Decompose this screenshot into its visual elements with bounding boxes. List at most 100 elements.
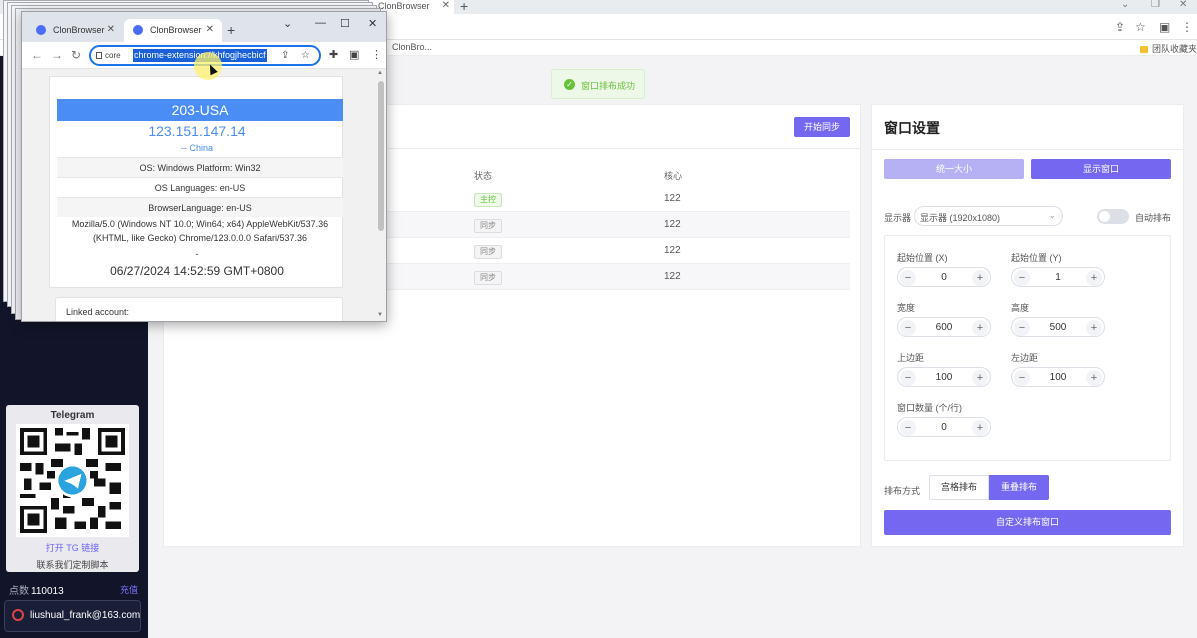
auto-arrange-label: 自动排布 (1135, 213, 1172, 223)
start-x-value[interactable]: 0 (918, 272, 970, 283)
star-icon[interactable]: ☆ (301, 50, 310, 61)
display-select[interactable]: 显示器 (1920x1080) ⌄ (914, 206, 1063, 226)
window-count-stepper[interactable]: − 0 + (897, 417, 991, 437)
menu-icon[interactable]: ⋮ (1181, 20, 1193, 34)
linked-account-card: Linked account: (55, 297, 343, 321)
bookmark-folder[interactable]: 团队收藏夹 (1140, 42, 1197, 55)
plus-icon[interactable]: + (972, 420, 988, 436)
minus-icon[interactable]: − (900, 320, 916, 336)
minus-icon[interactable]: − (900, 270, 916, 286)
user-account-button[interactable]: liushual_frank@163.com (4, 600, 141, 632)
width-label: 宽度 (897, 303, 916, 313)
open-telegram-link[interactable]: 打开 TG 链接 (6, 541, 139, 554)
reload-icon[interactable]: ↻ (71, 48, 81, 62)
share-icon[interactable]: ⇪ (281, 50, 289, 61)
arrange-mode-label: 排布方式 (884, 486, 921, 496)
star-icon[interactable]: ☆ (1135, 20, 1146, 34)
plus-icon[interactable]: + (972, 320, 988, 336)
arrange-settings-box: 起始位置 (X) − 0 + 起始位置 (Y) − 1 + 宽度 − 600 +… (884, 235, 1171, 461)
minus-icon[interactable]: − (900, 420, 916, 436)
start-sync-button[interactable]: 开始同步 (794, 117, 850, 137)
plus-icon[interactable]: + (1086, 320, 1102, 336)
width-value[interactable]: 600 (918, 322, 970, 333)
unify-size-button[interactable]: 统一大小 (884, 159, 1024, 179)
plus-icon[interactable]: + (972, 370, 988, 386)
custom-arrange-button[interactable]: 自定义排布窗口 (884, 510, 1171, 535)
forward-icon[interactable]: → (51, 48, 63, 62)
chevron-down-icon[interactable]: ⌄ (283, 17, 292, 30)
restore-icon[interactable]: ❐ (1151, 0, 1160, 10)
toast-text: 窗口排布成功 (581, 81, 636, 91)
popup-browser-window[interactable]: ClonBrowser ✕ ClonBrowser ✕ + ⌄ — ☐ ✕ ← … (21, 11, 387, 322)
left-margin-stepper[interactable]: − 100 + (1011, 367, 1105, 387)
column-header-status: 状态 (474, 171, 493, 181)
new-tab-icon[interactable]: + (227, 22, 235, 38)
popup-tab-active[interactable]: ClonBrowser ✕ (124, 19, 222, 42)
scroll-down-icon[interactable]: ▼ (377, 312, 383, 318)
popup-tab-bar: ClonBrowser ✕ ClonBrowser ✕ + ⌄ — ☐ ✕ (22, 12, 386, 42)
core-value: 122 (664, 219, 681, 230)
back-icon[interactable]: ← (31, 48, 43, 62)
width-stepper[interactable]: − 600 + (897, 317, 991, 337)
minus-icon[interactable]: − (1014, 320, 1030, 336)
minus-icon[interactable]: − (1014, 270, 1030, 286)
popup-tab[interactable]: ClonBrowser ✕ (27, 19, 123, 42)
arrange-overlap-option[interactable]: 重叠排布 (989, 475, 1049, 500)
check-circle-icon: ✓ (564, 79, 575, 90)
menu-icon[interactable]: ⋮ (371, 48, 382, 61)
start-y-value[interactable]: 1 (1032, 272, 1084, 283)
divider (872, 149, 1183, 150)
plus-icon[interactable]: + (1086, 370, 1102, 386)
auto-arrange-toggle[interactable] (1097, 209, 1129, 224)
window-settings-title: 窗口设置 (884, 120, 940, 136)
height-label: 高度 (1011, 303, 1030, 313)
top-margin-value[interactable]: 100 (918, 372, 970, 383)
popup-tab-title: ClonBrowser (150, 25, 202, 35)
minimize-icon[interactable]: — (315, 17, 326, 29)
window-count-value[interactable]: 0 (918, 422, 970, 433)
browser-language: BrowserLanguage: en-US (57, 197, 343, 217)
page-info-chip[interactable]: core (96, 51, 121, 60)
display-label: 显示器 (884, 213, 912, 223)
core-value: 122 (664, 245, 681, 256)
plus-icon[interactable]: + (1086, 270, 1102, 286)
show-window-button[interactable]: 显示窗口 (1031, 159, 1171, 179)
side-panel-icon[interactable]: ▣ (349, 48, 359, 61)
start-x-stepper[interactable]: − 0 + (897, 267, 991, 287)
chevron-down-icon[interactable]: ⌄ (1121, 0, 1129, 10)
top-margin-stepper[interactable]: − 100 + (897, 367, 991, 387)
minus-icon[interactable]: − (1014, 370, 1030, 386)
bookmark-item[interactable]: ClonBro... (392, 42, 432, 52)
left-margin-value[interactable]: 100 (1032, 372, 1084, 383)
scroll-thumb[interactable] (378, 81, 384, 231)
toggle-knob (1099, 211, 1110, 222)
arrange-grid-option[interactable]: 宫格排布 (929, 475, 989, 500)
minus-icon[interactable]: − (900, 370, 916, 386)
side-panel-icon[interactable]: ▣ (1159, 20, 1170, 34)
new-tab-icon[interactable]: + (460, 0, 468, 14)
left-margin-label: 左边距 (1011, 353, 1039, 363)
close-icon[interactable]: ✕ (442, 0, 450, 11)
close-icon[interactable]: ✕ (206, 24, 214, 35)
top-margin-label: 上边距 (897, 353, 925, 363)
column-header-core: 核心 (664, 171, 683, 181)
telegram-qr-code (16, 424, 129, 537)
close-icon[interactable]: ✕ (107, 24, 115, 35)
extensions-icon[interactable]: ✚ (329, 48, 338, 61)
popup-scrollbar[interactable]: ▲ ▼ (376, 69, 386, 321)
height-stepper[interactable]: − 500 + (1011, 317, 1105, 337)
popup-tab-title: ClonBrowser (53, 25, 105, 35)
user-agent-line: Mozilla/5.0 (Windows NT 10.0; Win64; x64… (71, 219, 329, 229)
recharge-link[interactable]: 充值 (120, 583, 138, 596)
close-window-icon[interactable]: ✕ (368, 17, 377, 30)
maximize-icon[interactable]: ☐ (340, 17, 350, 30)
background-tab-title: ClonBrowser (378, 1, 430, 11)
close-window-icon[interactable]: ✕ (1179, 0, 1187, 10)
height-value[interactable]: 500 (1032, 322, 1084, 333)
share-icon[interactable]: ⇪ (1115, 20, 1125, 34)
start-y-stepper[interactable]: − 1 + (1011, 267, 1105, 287)
plus-icon[interactable]: + (972, 270, 988, 286)
ip-address: 123.151.147.14 (148, 123, 246, 139)
scroll-up-icon[interactable]: ▲ (377, 70, 383, 76)
clonbrowser-favicon-icon (36, 25, 46, 35)
